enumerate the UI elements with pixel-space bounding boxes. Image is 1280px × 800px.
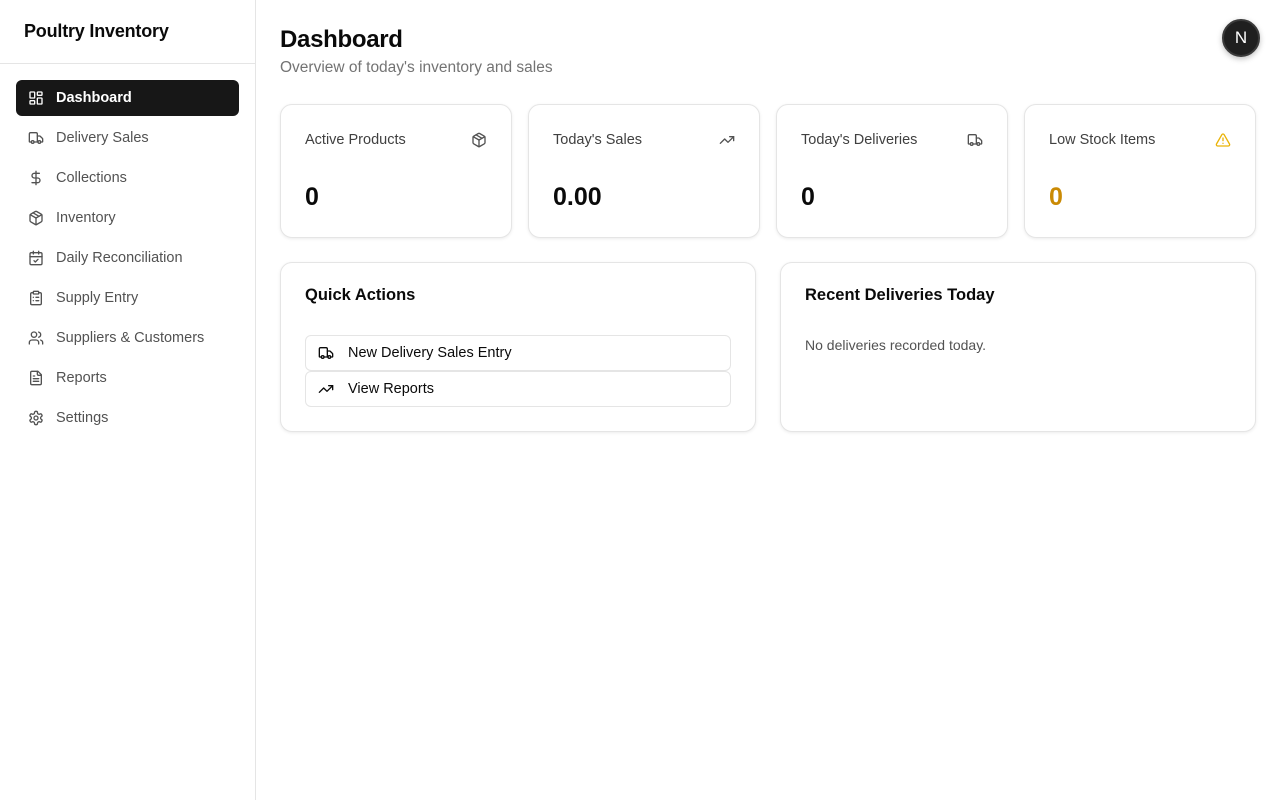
page-subtitle: Overview of today's inventory and sales [280, 59, 553, 76]
sidebar-item-settings[interactable]: Settings [16, 400, 239, 436]
app-title: Poultry Inventory [0, 0, 255, 64]
warning-icon [1215, 133, 1231, 147]
stat-value: 0 [305, 183, 319, 211]
sidebar-item-label: Inventory [56, 209, 116, 226]
package-icon [29, 210, 43, 226]
stat-card-todays-sales: Today's Sales 0.00 [528, 104, 760, 238]
stat-card-todays-deliveries: Today's Deliveries 0 [776, 104, 1008, 238]
sidebar: Poultry Inventory Dashboard Delivery Sal… [0, 0, 256, 800]
panel-title: Recent Deliveries Today [805, 286, 995, 304]
button-label: New Delivery Sales Entry [348, 345, 512, 361]
truck-icon [318, 347, 334, 359]
sidebar-item-label: Delivery Sales [56, 129, 149, 146]
package-icon [472, 132, 486, 148]
dashboard-icon [29, 91, 43, 105]
sidebar-item-label: Reports [56, 369, 107, 386]
trending-up-icon [719, 136, 735, 144]
sidebar-item-label: Supply Entry [56, 289, 139, 306]
button-label: View Reports [348, 381, 434, 397]
avatar[interactable]: N [1222, 19, 1260, 57]
sidebar-item-suppliers-customers[interactable]: Suppliers & Customers [16, 320, 239, 356]
sidebar-item-label: Daily Reconciliation [56, 249, 183, 266]
view-reports-button[interactable]: View Reports [305, 371, 731, 407]
gear-icon [29, 410, 43, 426]
sidebar-item-label: Settings [56, 409, 109, 426]
stat-card-active-products: Active Products 0 [280, 104, 512, 238]
stat-value: 0 [801, 183, 815, 211]
calendar-check-icon [29, 250, 43, 266]
dollar-icon [31, 170, 41, 186]
sidebar-item-label: Dashboard [56, 89, 132, 106]
avatar-initial: N [1234, 28, 1248, 47]
quick-actions-panel: Quick Actions New Delivery Sales Entry V… [280, 262, 756, 432]
panel-title: Quick Actions [305, 286, 416, 304]
stat-card-low-stock-items: Low Stock Items 0 [1024, 104, 1256, 238]
sidebar-item-supply-entry[interactable]: Supply Entry [16, 280, 239, 316]
truck-icon [967, 134, 983, 146]
sidebar-item-label: Suppliers & Customers [56, 329, 205, 346]
sidebar-item-collections[interactable]: Collections [16, 160, 239, 196]
sidebar-item-dashboard[interactable]: Dashboard [16, 80, 239, 116]
file-text-icon [30, 370, 42, 386]
sidebar-item-reports[interactable]: Reports [16, 360, 239, 396]
trending-up-icon [318, 385, 334, 393]
truck-icon [28, 132, 44, 144]
new-delivery-sales-entry-button[interactable]: New Delivery Sales Entry [305, 335, 731, 371]
page-title: Dashboard [280, 26, 403, 53]
sidebar-item-inventory[interactable]: Inventory [16, 200, 239, 236]
stat-label: Today's Sales [553, 132, 643, 148]
sidebar-item-delivery-sales[interactable]: Delivery Sales [16, 120, 239, 156]
stat-value: 0.00 [553, 183, 602, 211]
stat-value: 0 [1049, 183, 1063, 211]
stat-label: Low Stock Items [1049, 132, 1156, 148]
sidebar-item-daily-reconciliation[interactable]: Daily Reconciliation [16, 240, 239, 276]
sidebar-nav: Dashboard Delivery Sales Collections Inv… [0, 64, 255, 452]
sidebar-item-label: Collections [56, 169, 127, 186]
stat-label: Today's Deliveries [801, 132, 918, 148]
users-icon [28, 331, 44, 345]
recent-deliveries-panel: Recent Deliveries Today No deliveries re… [780, 262, 1256, 432]
stat-label: Active Products [305, 132, 406, 148]
main-content: Dashboard Overview of today's inventory … [256, 0, 1280, 800]
clipboard-icon [30, 290, 42, 306]
empty-state-text: No deliveries recorded today. [805, 337, 987, 353]
